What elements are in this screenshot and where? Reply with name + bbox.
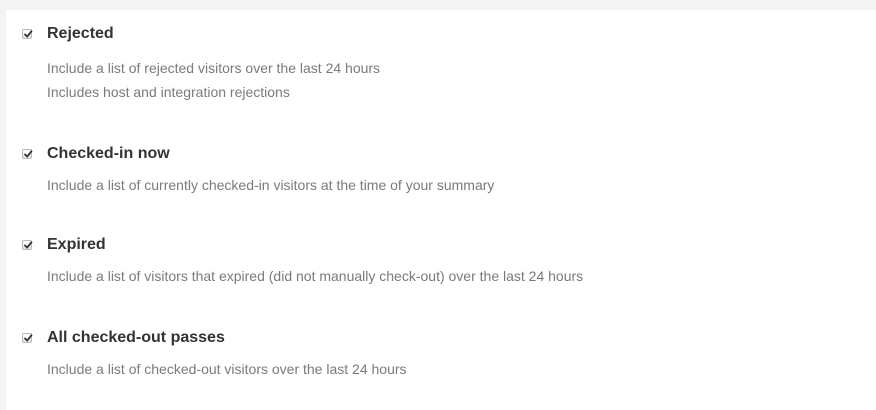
checkmark-icon — [24, 150, 33, 158]
expired-checkbox[interactable] — [22, 240, 33, 250]
option-title-checked-in-now: Checked-in now — [47, 145, 170, 162]
option-header: Expired — [22, 234, 106, 256]
rejected-checkbox[interactable] — [22, 29, 33, 39]
option-description: Include a list of rejected visitors over… — [47, 60, 381, 76]
option-header: Checked-in now — [22, 143, 170, 165]
option-title-expired: Expired — [47, 236, 106, 253]
checkmark-icon — [24, 241, 33, 249]
option-description: Include a list of checked-out visitors o… — [47, 361, 407, 377]
option-title-rejected: Rejected — [47, 25, 114, 42]
option-header: Rejected — [22, 23, 114, 45]
all-checked-out-passes-checkbox[interactable] — [22, 333, 33, 343]
checkmark-icon — [24, 334, 33, 342]
option-description: Include a list of currently checked-in v… — [47, 177, 495, 193]
option-title-all-checked-out-passes: All checked-out passes — [47, 329, 225, 346]
checked-in-now-checkbox[interactable] — [22, 149, 33, 159]
option-header: All checked-out passes — [22, 327, 225, 349]
option-description: Includes host and integration rejections — [47, 84, 290, 100]
checkmark-icon — [24, 30, 33, 38]
summary-options-panel: Rejected Include a list of rejected visi… — [6, 10, 876, 410]
option-description: Include a list of visitors that expired … — [47, 268, 584, 284]
